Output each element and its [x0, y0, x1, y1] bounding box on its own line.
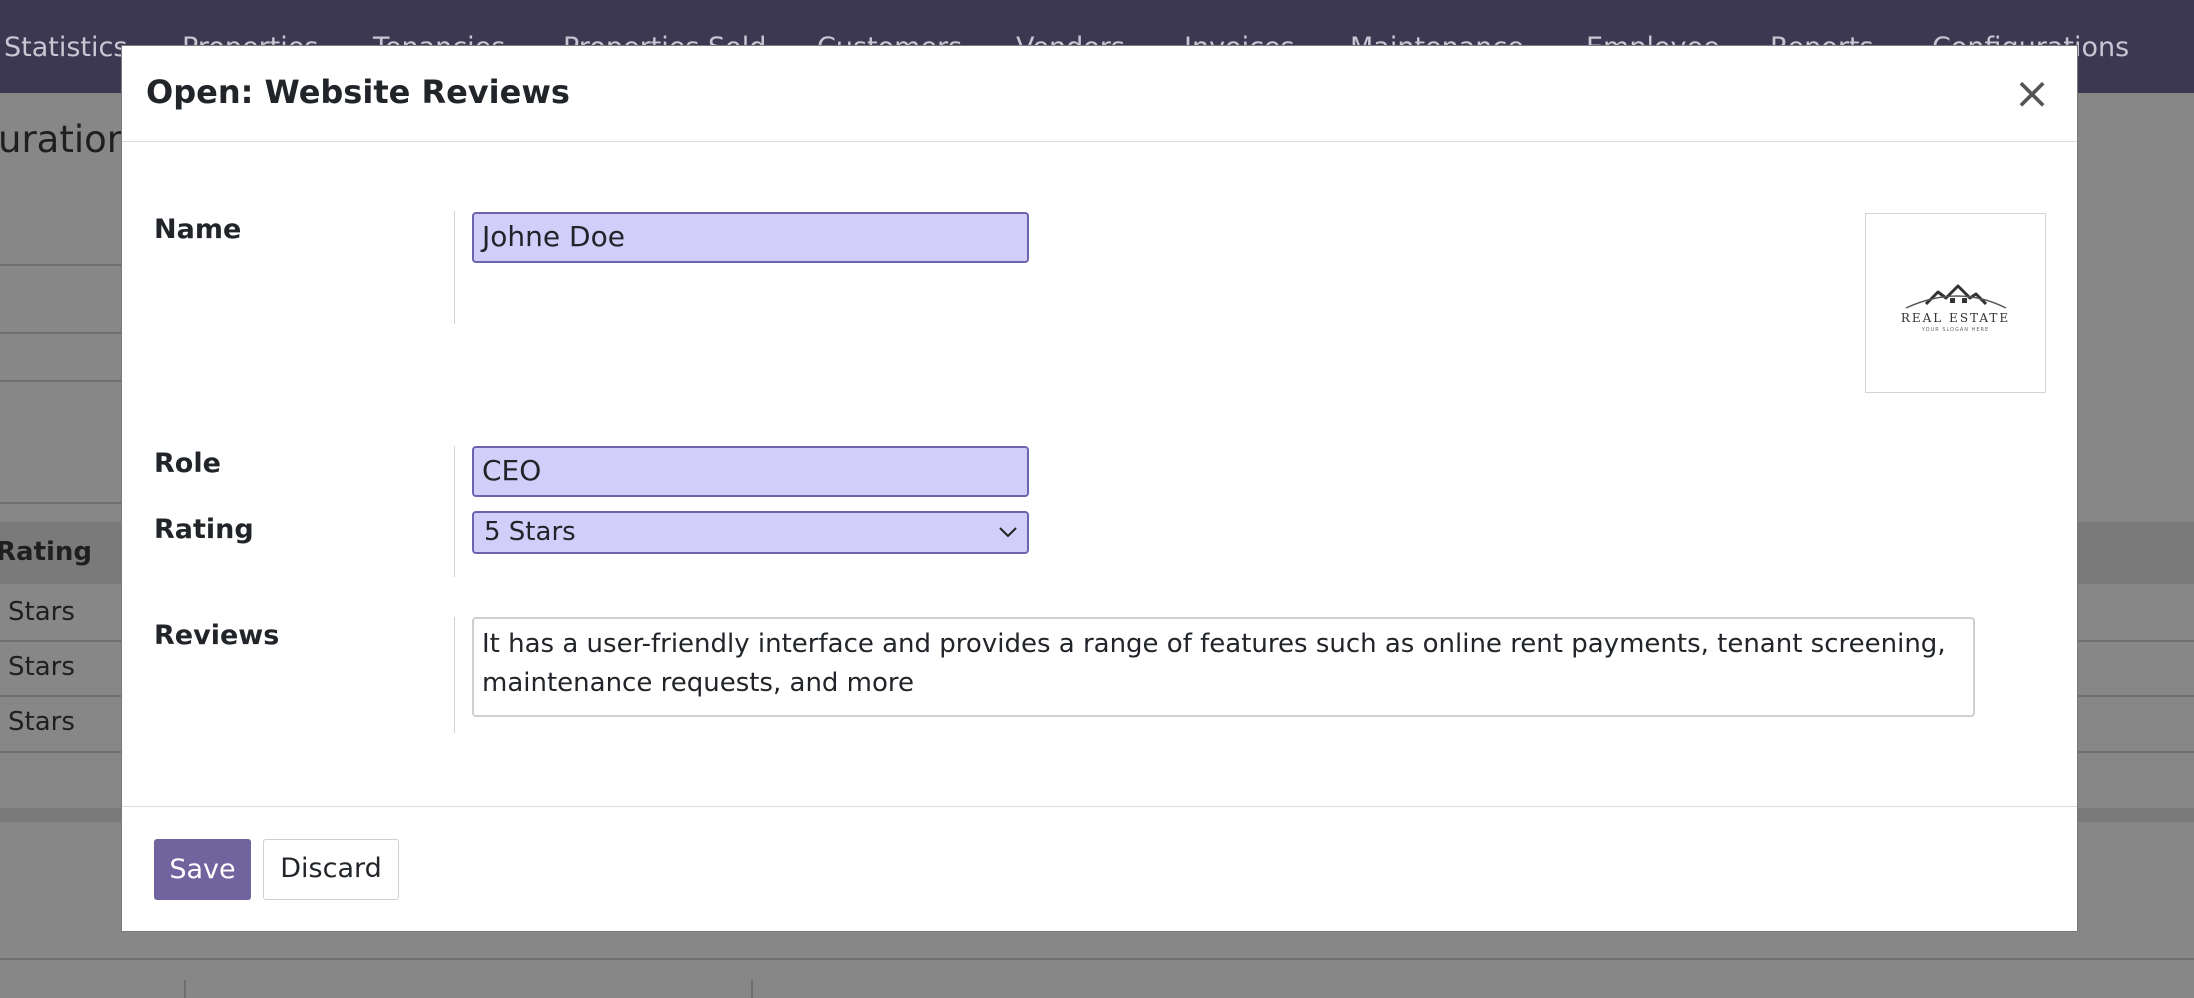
table-row: Stars [8, 597, 75, 627]
rating-selected-value: 5 Stars [484, 517, 576, 547]
name-label: Name [154, 214, 242, 245]
reviews-textarea[interactable]: It has a user-friendly interface and pro… [472, 617, 1975, 717]
rating-select[interactable]: 5 Stars [472, 511, 1029, 554]
divider [0, 958, 2194, 960]
dialog-title: Open: Website Reviews [146, 73, 570, 111]
field-separator [454, 446, 455, 577]
reviews-label: Reviews [154, 620, 280, 651]
discard-button[interactable]: Discard [263, 839, 399, 900]
website-review-dialog: Open: Website Reviews × Name Johne Doe R… [121, 45, 2078, 932]
logo-subtext: YOUR SLOGAN HERE [1921, 327, 1990, 333]
review-image[interactable]: REAL ESTATE YOUR SLOGAN HERE [1865, 213, 2046, 393]
table-row: Stars [8, 707, 75, 737]
rating-label: Rating [154, 514, 254, 545]
save-button[interactable]: Save [154, 839, 251, 900]
chevron-down-icon [999, 527, 1017, 538]
logo-text: REAL ESTATE [1900, 311, 2011, 325]
house-logo-icon [1905, 284, 2007, 309]
close-icon[interactable]: × [2012, 72, 2052, 116]
role-label: Role [154, 448, 221, 479]
divider [0, 502, 121, 504]
divider [751, 980, 753, 998]
divider [0, 380, 121, 382]
field-separator [454, 617, 455, 733]
dialog-header: Open: Website Reviews × [122, 46, 2077, 142]
dialog-footer: Save Discard [122, 806, 2077, 932]
column-header-rating: Rating [0, 537, 93, 567]
divider [184, 980, 186, 998]
divider [0, 264, 121, 266]
breadcrumb: uration [0, 118, 131, 161]
name-input[interactable]: Johne Doe [472, 212, 1029, 263]
role-input[interactable]: CEO [472, 446, 1029, 497]
divider [0, 332, 121, 334]
field-separator [454, 211, 455, 324]
nav-item-statistics[interactable]: Statistics [4, 30, 127, 66]
table-row: Stars [8, 652, 75, 682]
